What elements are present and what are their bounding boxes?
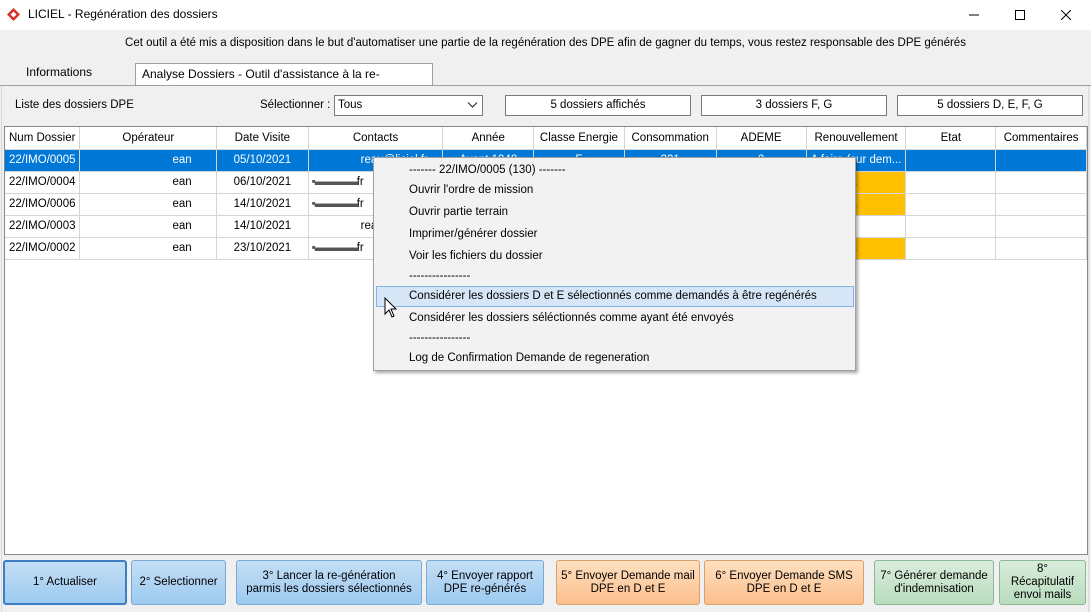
contact-flags-icon: ▪▬▬▬▬ <box>311 198 358 210</box>
cell-commentaires <box>995 237 1087 260</box>
menu-item-mark-sent[interactable]: Considérer les dossiers séléctionnés com… <box>376 308 854 329</box>
menu-item-open-mission[interactable]: Ouvrir l'ordre de mission <box>376 180 854 201</box>
column-header[interactable]: Renouvellement <box>806 127 907 150</box>
cell-num: 22/IMO/0003 <box>5 215 81 238</box>
close-button[interactable] <box>1043 0 1089 30</box>
cell-etat <box>905 237 997 260</box>
minimize-button[interactable] <box>951 0 997 30</box>
cell-operateur: ean <box>79 215 218 238</box>
column-header[interactable]: Consommation <box>624 127 717 150</box>
disclaimer-notice: Cet outil a été mis a disposition dans l… <box>125 37 966 49</box>
contact-text: fr <box>356 198 364 210</box>
lancer-regeneration-button[interactable]: 3° Lancer la re-génération parmis les do… <box>236 560 422 605</box>
contact-text: fr <box>356 176 364 188</box>
minimize-icon <box>969 14 979 16</box>
menu-separator: ---------------- <box>409 270 471 282</box>
cell-operateur: ean <box>79 149 218 172</box>
cell-operateur: ean <box>79 193 218 216</box>
window-title: LICIEL - Regénération des dossiers <box>28 7 218 21</box>
column-header[interactable]: Num Dossier <box>5 127 81 150</box>
mouse-cursor-icon <box>384 297 398 318</box>
cell-commentaires <box>995 171 1087 194</box>
close-icon <box>1061 10 1071 20</box>
counter-fg: 3 dossiers F, G <box>701 95 887 116</box>
counter-defg: 5 dossiers D, E, F, G <box>897 95 1083 116</box>
contact-flags-icon: ▪▬▬▬▬ <box>311 176 358 188</box>
menu-item-open-terrain[interactable]: Ouvrir partie terrain <box>376 202 854 223</box>
column-header[interactable]: Année <box>442 127 535 150</box>
menu-item-view-files[interactable]: Voir les fichiers du dossier <box>376 246 854 267</box>
cell-operateur: ean <box>79 237 218 260</box>
cell-date: 23/10/2021 <box>216 237 309 260</box>
cell-date: 14/10/2021 <box>216 193 309 216</box>
maximize-button[interactable] <box>997 0 1043 30</box>
contact-text: fr <box>356 242 364 254</box>
column-header[interactable]: Contacts <box>308 127 444 150</box>
tab-informations[interactable]: Informations <box>14 64 130 84</box>
cell-num: 22/IMO/0004 <box>5 171 81 194</box>
envoyer-rapport-button[interactable]: 4° Envoyer rapport DPE re-générés <box>426 560 544 605</box>
menu-item-mark-regenerate[interactable]: Considérer les dossiers D et E sélection… <box>376 286 854 307</box>
maximize-icon <box>1015 10 1025 20</box>
actualiser-button[interactable]: 1° Actualiser <box>3 560 127 605</box>
cell-date: 05/10/2021 <box>216 149 309 172</box>
title-bar: LICIEL - Regénération des dossiers <box>0 0 1091 30</box>
cell-num: 22/IMO/0006 <box>5 193 81 216</box>
liciel-logo-icon <box>7 8 20 21</box>
button-label: 7° Générer demande d'indemnisation <box>880 569 988 595</box>
filter-select-value: Tous <box>338 99 363 111</box>
cell-operateur: ean <box>79 171 218 194</box>
cell-num: 22/IMO/0002 <box>5 237 81 260</box>
cell-date: 14/10/2021 <box>216 215 309 238</box>
list-label: Liste des dossiers DPE <box>15 99 134 111</box>
grid-header-row: Num Dossier Opérateur Date Visite Contac… <box>5 127 1087 150</box>
column-header[interactable]: Etat <box>905 127 997 150</box>
cell-etat <box>905 149 997 172</box>
cell-etat <box>905 193 997 216</box>
contact-flags-icon: ▪▬▬▬▬ <box>311 242 358 254</box>
button-label: 5° Envoyer Demande mail DPE en D et E <box>561 569 695 595</box>
column-header[interactable]: Classe Energie <box>533 127 625 150</box>
cell-commentaires <box>995 193 1087 216</box>
recapitulatif-button[interactable]: 8° Récapitulatif envoi mails <box>999 560 1086 605</box>
cell-num: 22/IMO/0005 <box>5 149 81 172</box>
select-label: Sélectionner : <box>260 99 331 111</box>
button-label: 8° Récapitulatif envoi mails <box>1010 563 1075 601</box>
envoyer-mail-button[interactable]: 5° Envoyer Demande mail DPE en D et E <box>556 560 700 605</box>
filter-select[interactable]: Tous <box>334 95 483 116</box>
tab-analyse-dossiers[interactable]: Analyse Dossiers - Outil d'assistance à … <box>135 63 433 102</box>
context-menu: ------- 22/IMO/0005 (130) ------- Ouvrir… <box>373 157 856 371</box>
counter-displayed: 5 dossiers affichés <box>505 95 691 116</box>
column-header[interactable]: ADEME <box>716 127 807 150</box>
button-label: 4° Envoyer rapport DPE re-générés <box>436 569 533 595</box>
envoyer-sms-button[interactable]: 6° Envoyer Demande SMS DPE en D et E <box>704 560 864 605</box>
cell-etat <box>905 171 997 194</box>
button-label: 2° Selectionner <box>139 576 218 588</box>
button-label: 1° Actualiser <box>32 576 98 588</box>
menu-item-log-confirmation[interactable]: Log de Confirmation Demande de regenerat… <box>376 348 854 369</box>
cell-commentaires <box>995 215 1087 238</box>
column-header[interactable]: Commentaires <box>995 127 1087 150</box>
generer-indemnisation-button[interactable]: 7° Générer demande d'indemnisation <box>874 560 994 605</box>
cell-commentaires <box>995 149 1087 172</box>
button-label: 6° Envoyer Demande SMS DPE en D et E <box>715 569 853 595</box>
selectionner-button[interactable]: 2° Selectionner <box>131 560 226 605</box>
button-label: 3° Lancer la re-génération parmis les do… <box>246 569 412 595</box>
cell-etat <box>905 215 997 238</box>
menu-item-print-dossier[interactable]: Imprimer/générer dossier <box>376 224 854 245</box>
tab-strip: Informations Analyse Dossiers - Outil d'… <box>0 60 1091 102</box>
column-header[interactable]: Date Visite <box>216 127 309 150</box>
menu-separator: ---------------- <box>409 332 471 344</box>
chevron-down-icon <box>467 102 478 108</box>
context-menu-header: ------- 22/IMO/0005 (130) ------- <box>409 164 566 176</box>
cell-date: 06/10/2021 <box>216 171 309 194</box>
column-header[interactable]: Opérateur <box>79 127 218 150</box>
